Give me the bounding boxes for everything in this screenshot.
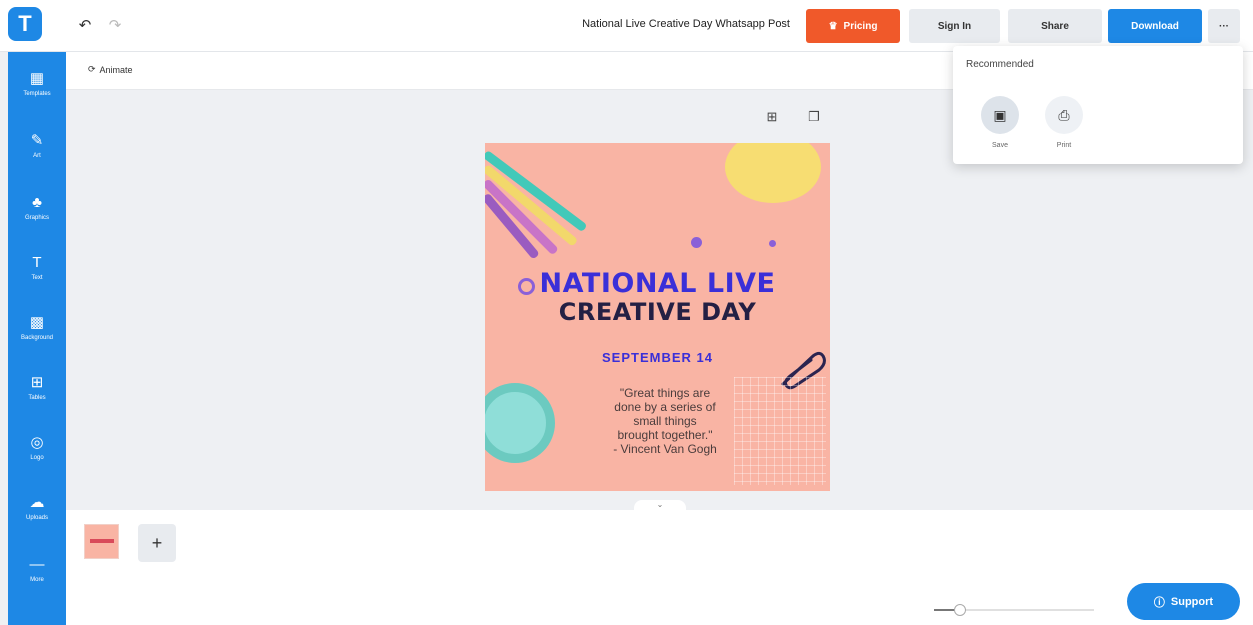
design-quote[interactable]: "Great things are done by a series of sm… xyxy=(580,386,750,456)
sidebar-item-label: Text xyxy=(31,274,43,281)
zoom-slider-handle[interactable] xyxy=(954,604,966,616)
yellow-gear-shape xyxy=(725,143,821,203)
add-page-icon[interactable]: ⊞ xyxy=(763,108,781,126)
duplicate-page-icon[interactable]: ❐ xyxy=(805,108,823,126)
sidebar-item-background[interactable]: ▩ Background xyxy=(8,302,66,354)
sidebar-item-label: Art xyxy=(33,152,41,159)
support-button[interactable]: ⓘ Support xyxy=(1127,583,1240,620)
sidebar-item-label: Tables xyxy=(28,394,46,401)
sidebar-item-label: Graphics xyxy=(24,214,49,221)
pricing-label: Pricing xyxy=(843,20,878,32)
app-logo[interactable]: T xyxy=(8,7,42,41)
sidebar-item-templates[interactable]: ▦ Templates xyxy=(8,58,66,110)
purple-dot xyxy=(691,237,702,248)
templates-icon: ▦ xyxy=(29,69,45,87)
purple-dot xyxy=(769,240,776,247)
print-option-label: Print xyxy=(1056,142,1072,149)
design-canvas[interactable]: NATIONAL LIVE CREATIVE DAY SEPTEMBER 14 … xyxy=(485,143,830,491)
logo-icon: ◎ xyxy=(30,433,44,451)
download-button[interactable]: Download xyxy=(1108,9,1202,43)
help-icon: ⓘ xyxy=(1153,596,1165,609)
save-icon: ▣ xyxy=(981,96,1019,134)
save-option-label: Save xyxy=(992,142,1008,149)
sidebar-item-art[interactable]: ✎ Art xyxy=(8,120,66,172)
print-option[interactable]: ⎙ Print xyxy=(1043,96,1085,149)
sidebar-item-label: More xyxy=(30,576,44,583)
document-title[interactable]: National Live Creative Day Whatsapp Post xyxy=(520,18,790,30)
sidebar-item-logo[interactable]: ◎ Logo xyxy=(8,422,66,474)
animate-label: Animate xyxy=(99,64,133,75)
print-icon: ⎙ xyxy=(1045,96,1083,134)
teal-gear-shape xyxy=(485,383,555,463)
undo-icon[interactable]: ↶ xyxy=(74,14,96,36)
add-page-button[interactable]: + xyxy=(138,524,176,562)
more-options-button[interactable]: ··· xyxy=(1208,9,1240,43)
sidebar-item-label: Uploads xyxy=(25,514,48,521)
sidebar-item-label: Background xyxy=(20,334,54,341)
background-icon: ▩ xyxy=(29,313,45,331)
sidebar: ▦ Templates ✎ Art ♣ Graphics T Text ▩ Ba… xyxy=(8,52,66,625)
animate-icon: ⟳ xyxy=(88,64,96,74)
quote-line: "Great things are xyxy=(619,386,711,400)
graphics-icon: ♣ xyxy=(32,193,42,211)
share-button[interactable]: Share xyxy=(1008,9,1102,43)
sign-in-button[interactable]: Sign In xyxy=(909,9,1000,43)
quote-line: brought together." xyxy=(617,428,713,442)
design-title-line1[interactable]: NATIONAL LIVE xyxy=(485,268,830,299)
dropdown-title: Recommended xyxy=(966,59,1034,70)
sidebar-item-tables[interactable]: ⊞ Tables xyxy=(8,362,66,414)
sidebar-item-more[interactable]: — More xyxy=(8,544,66,596)
grid-pattern xyxy=(734,377,826,485)
redo-icon[interactable]: ↷ xyxy=(104,14,126,36)
text-icon: T xyxy=(32,253,42,271)
brush-icon: ✎ xyxy=(30,131,44,149)
pages-panel: + ⓘ Support xyxy=(66,510,1253,625)
thumbnail-title-mark xyxy=(90,539,114,543)
more-icon: — xyxy=(29,555,45,573)
top-bar: T ↶ ↷ National Live Creative Day Whatsap… xyxy=(0,0,1253,52)
sidebar-item-label: Logo xyxy=(30,454,44,461)
sidebar-item-uploads[interactable]: ☁ Uploads xyxy=(8,482,66,534)
table-icon: ⊞ xyxy=(30,373,44,391)
pricing-button[interactable]: ♛ Pricing xyxy=(806,9,900,43)
quote-line: small things xyxy=(633,414,697,428)
animate-button[interactable]: ⟳ Animate xyxy=(88,64,133,75)
support-label: Support xyxy=(1170,595,1214,608)
upload-icon: ☁ xyxy=(29,493,45,511)
sidebar-item-graphics[interactable]: ♣ Graphics xyxy=(8,182,66,234)
zoom-slider[interactable] xyxy=(934,604,1094,616)
crown-icon: ♛ xyxy=(828,20,838,32)
sidebar-item-label: Templates xyxy=(23,90,51,97)
design-title-line2[interactable]: CREATIVE DAY xyxy=(485,298,830,326)
quote-line: done by a series of xyxy=(614,400,716,414)
quote-line: - Vincent Van Gogh xyxy=(613,442,717,456)
sidebar-item-text[interactable]: T Text xyxy=(8,242,66,294)
page-thumbnail[interactable] xyxy=(84,524,119,559)
download-dropdown: Recommended ▣ Save ⎙ Print xyxy=(953,46,1243,164)
save-option[interactable]: ▣ Save xyxy=(979,96,1021,149)
